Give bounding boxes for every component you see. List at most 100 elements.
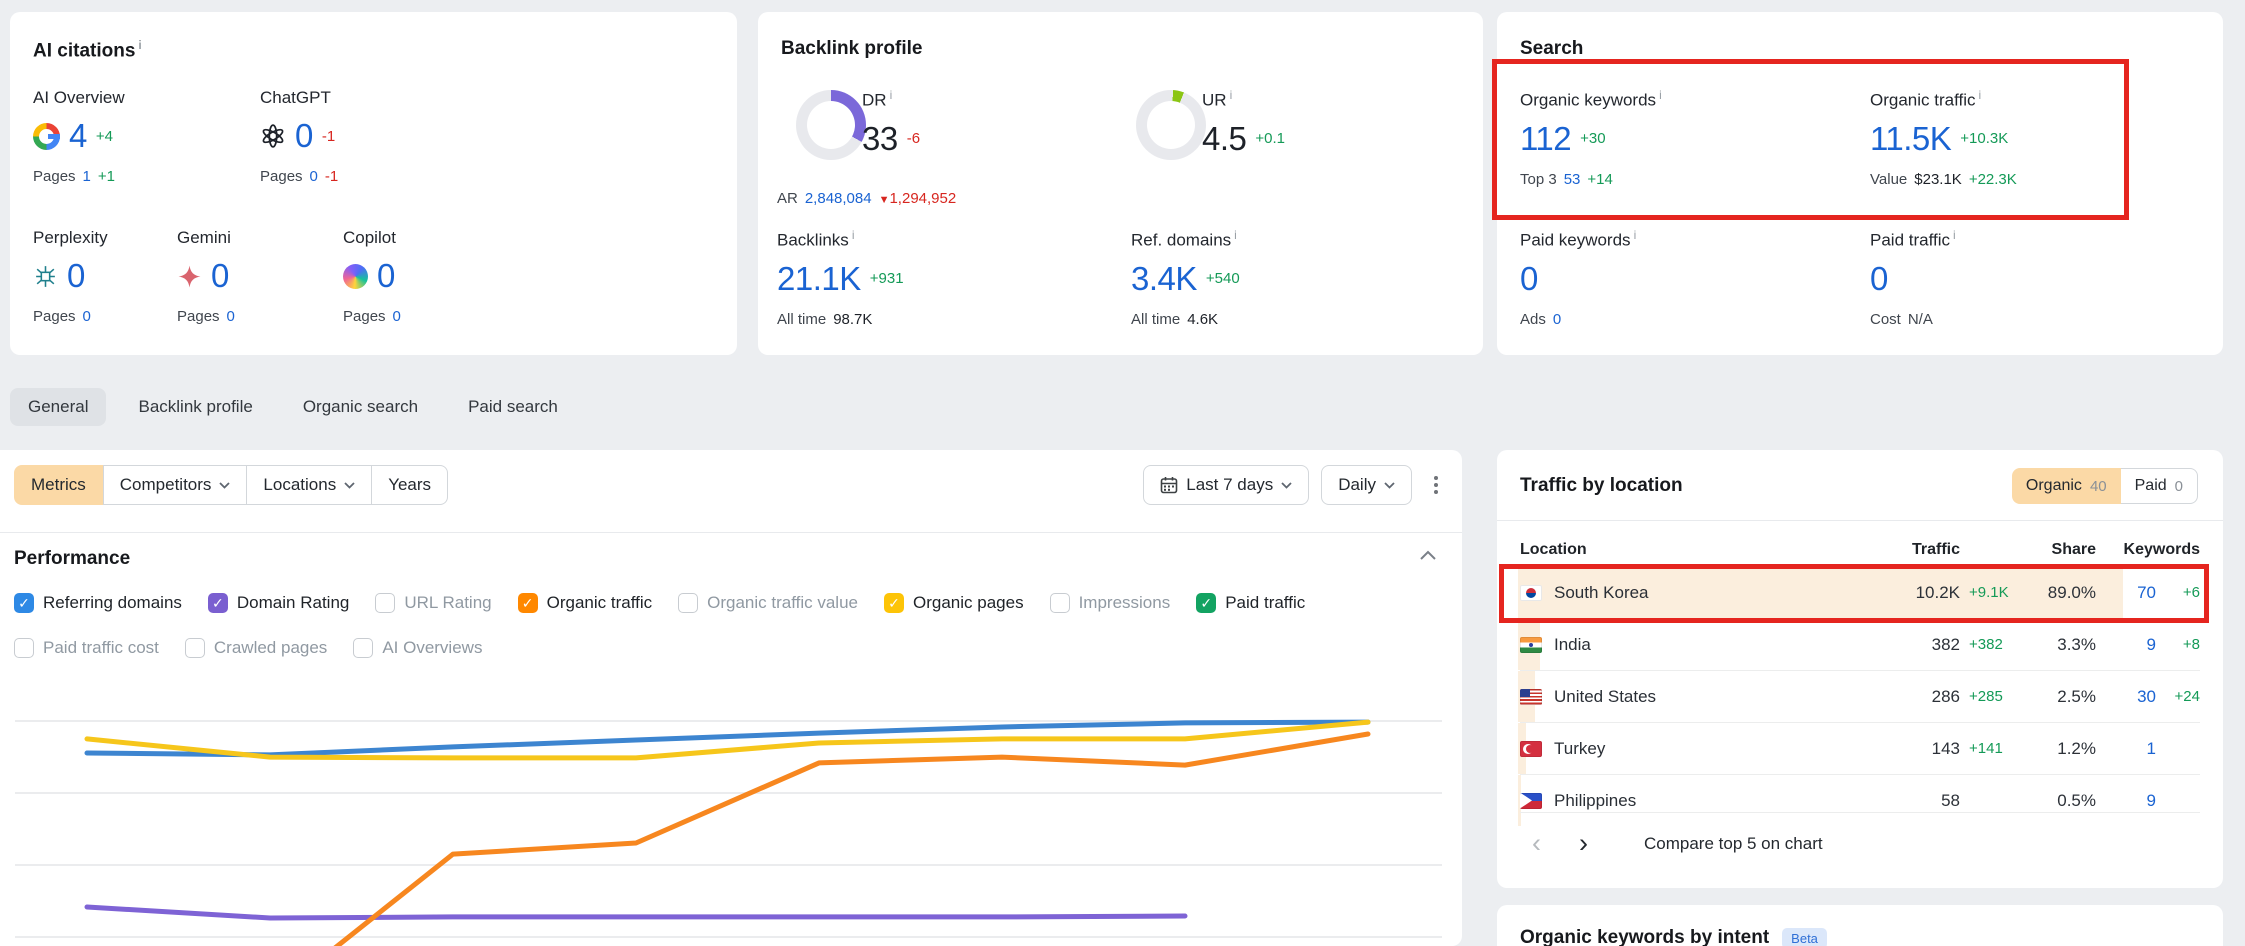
copilot-icon	[343, 264, 368, 289]
search-card: Search Organic keywordsi 112 +30 Top 353…	[1497, 12, 2223, 355]
gemini-value[interactable]: 0	[211, 257, 229, 295]
dimension-button-group: Competitors Locations Years	[103, 465, 448, 505]
next-page-arrow[interactable]: ›	[1567, 828, 1600, 859]
checkbox-organic-traffic-value[interactable]: Organic traffic value	[678, 593, 858, 613]
checkbox-impressions[interactable]: Impressions	[1050, 593, 1171, 613]
beta-badge: Beta	[1782, 928, 1827, 946]
table-row-turkey[interactable]: Turkey 143 +141 1.2% 1	[1520, 722, 2200, 774]
tab-organic-search[interactable]: Organic search	[285, 388, 436, 426]
checkbox-url-rating[interactable]: URL Rating	[375, 593, 491, 613]
openai-icon	[260, 123, 286, 149]
ref-domains-value[interactable]: 3.4K	[1131, 260, 1197, 298]
performance-card: Metrics Competitors Locations Years Last…	[0, 450, 1462, 946]
backlink-profile-title: Backlink profile	[781, 38, 923, 60]
checkbox-icon	[678, 593, 698, 613]
metric-checkbox-row-1: ✓Referring domains ✓Domain Rating URL Ra…	[14, 593, 1305, 613]
paid-keywords-value[interactable]: 0	[1520, 260, 1538, 298]
ads-link[interactable]: 0	[1553, 311, 1561, 328]
ur-value: 4.5	[1202, 120, 1246, 158]
chatgpt-delta: -1	[322, 128, 335, 145]
pages-link[interactable]: 0	[83, 308, 91, 325]
info-icon[interactable]: i	[1230, 88, 1233, 102]
turkey-flag-icon	[1520, 741, 1542, 757]
checkbox-icon: ✓	[518, 593, 538, 613]
pages-link[interactable]: 0	[393, 308, 401, 325]
performance-title: Performance	[14, 548, 130, 570]
chevron-down-icon	[1281, 482, 1292, 489]
info-icon[interactable]: i	[890, 88, 893, 102]
organic-traffic-value[interactable]: 11.5K	[1870, 120, 1951, 158]
checkbox-icon: ✓	[1196, 593, 1216, 613]
south-korea-flag-icon	[1520, 585, 1542, 601]
performance-chart	[0, 655, 1462, 946]
collapse-chevron-up-icon[interactable]	[1420, 550, 1436, 560]
date-range-button[interactable]: Last 7 days	[1143, 465, 1309, 505]
tab-paid-search[interactable]: Paid search	[450, 388, 576, 426]
checkbox-paid-traffic[interactable]: ✓Paid traffic	[1196, 593, 1305, 613]
pages-link[interactable]: 1	[83, 168, 91, 185]
backlinks-value[interactable]: 21.1K	[777, 260, 861, 298]
keywords-link[interactable]: 1	[2096, 739, 2156, 759]
info-icon[interactable]: i	[1234, 228, 1237, 242]
checkbox-icon: ✓	[208, 593, 228, 613]
table-row-south-korea[interactable]: South Korea 10.2K +9.1K 89.0% 70 +6	[1520, 566, 2200, 618]
table-row-united-states[interactable]: United States 286 +285 2.5% 30 +24	[1520, 670, 2200, 722]
info-icon[interactable]: i	[1634, 228, 1637, 242]
toggle-paid[interactable]: Paid0	[2121, 468, 2198, 504]
metrics-button[interactable]: Metrics	[14, 465, 103, 505]
years-button[interactable]: Years	[372, 465, 448, 505]
ai-overview-value[interactable]: 4	[69, 117, 87, 155]
metric-paid-keywords: Paid keywordsi 0 Ads0	[1520, 228, 1636, 328]
pages-link[interactable]: 0	[310, 168, 318, 185]
keywords-link[interactable]: 70	[2096, 583, 2156, 603]
pages-link[interactable]: 0	[227, 308, 235, 325]
chevron-down-icon	[1384, 482, 1395, 489]
ar-value-link[interactable]: 2,848,084	[805, 190, 872, 207]
philippines-flag-icon	[1520, 793, 1542, 809]
prev-page-arrow[interactable]: ‹	[1520, 828, 1553, 859]
perplexity-icon	[33, 264, 58, 289]
info-icon[interactable]: i	[1659, 88, 1662, 102]
info-icon[interactable]: i	[1953, 228, 1956, 242]
toggle-organic[interactable]: Organic40	[2012, 468, 2121, 504]
metric-gemini: Gemini 0 Pages0	[177, 228, 235, 325]
traffic-by-location-title: Traffic by location	[1520, 475, 1683, 497]
keywords-by-intent-title: Organic keywords by intent Beta	[1520, 927, 1827, 946]
checkbox-icon: ✓	[14, 593, 34, 613]
chatgpt-value[interactable]: 0	[295, 117, 313, 155]
checkbox-organic-traffic[interactable]: ✓Organic traffic	[518, 593, 653, 613]
checkbox-icon	[1050, 593, 1070, 613]
locations-button[interactable]: Locations	[247, 465, 372, 505]
ahrefs-rank-row: AR 2,848,084 ▼1,294,952	[777, 190, 956, 207]
ur-donut-chart	[1136, 90, 1206, 160]
info-icon[interactable]: i	[138, 38, 141, 52]
metric-organic-traffic: Organic traffici 11.5K +10.3K Value$23.1…	[1870, 88, 2017, 188]
info-icon[interactable]: i	[1979, 88, 1982, 102]
organic-keywords-value[interactable]: 112	[1520, 120, 1571, 158]
compare-top5-button[interactable]: Compare top 5 on chart	[1644, 834, 1823, 854]
tab-backlink-profile[interactable]: Backlink profile	[120, 388, 270, 426]
checkbox-referring-domains[interactable]: ✓Referring domains	[14, 593, 182, 613]
granularity-button[interactable]: Daily	[1321, 465, 1412, 505]
top3-link[interactable]: 53	[1564, 171, 1581, 188]
table-row-philippines[interactable]: Philippines 58 0.5% 9	[1520, 774, 2200, 826]
tab-general[interactable]: General	[10, 388, 106, 426]
keywords-link[interactable]: 9	[2096, 791, 2156, 811]
more-options-kebab-icon[interactable]	[1424, 470, 1448, 500]
perplexity-value[interactable]: 0	[67, 257, 85, 295]
checkbox-domain-rating[interactable]: ✓Domain Rating	[208, 593, 349, 613]
table-row-india[interactable]: India 382 +382 3.3% 9 +8	[1520, 618, 2200, 670]
competitors-button[interactable]: Competitors	[103, 465, 248, 505]
dr-value: 33	[862, 120, 898, 158]
backlink-profile-card: Backlink profile DRi 33 -6 AR 2,848,084 …	[758, 12, 1483, 355]
united-states-flag-icon	[1520, 689, 1542, 705]
copilot-value[interactable]: 0	[377, 257, 395, 295]
keywords-by-intent-card: Organic keywords by intent Beta	[1497, 905, 2223, 946]
keywords-link[interactable]: 30	[2096, 687, 2156, 707]
checkbox-organic-pages[interactable]: ✓Organic pages	[884, 593, 1024, 613]
paid-traffic-value[interactable]: 0	[1870, 260, 1888, 298]
info-icon[interactable]: i	[852, 228, 855, 242]
keywords-link[interactable]: 9	[2096, 635, 2156, 655]
chevron-down-icon	[344, 482, 355, 489]
organic-paid-toggle: Organic40 Paid0	[2012, 468, 2198, 504]
